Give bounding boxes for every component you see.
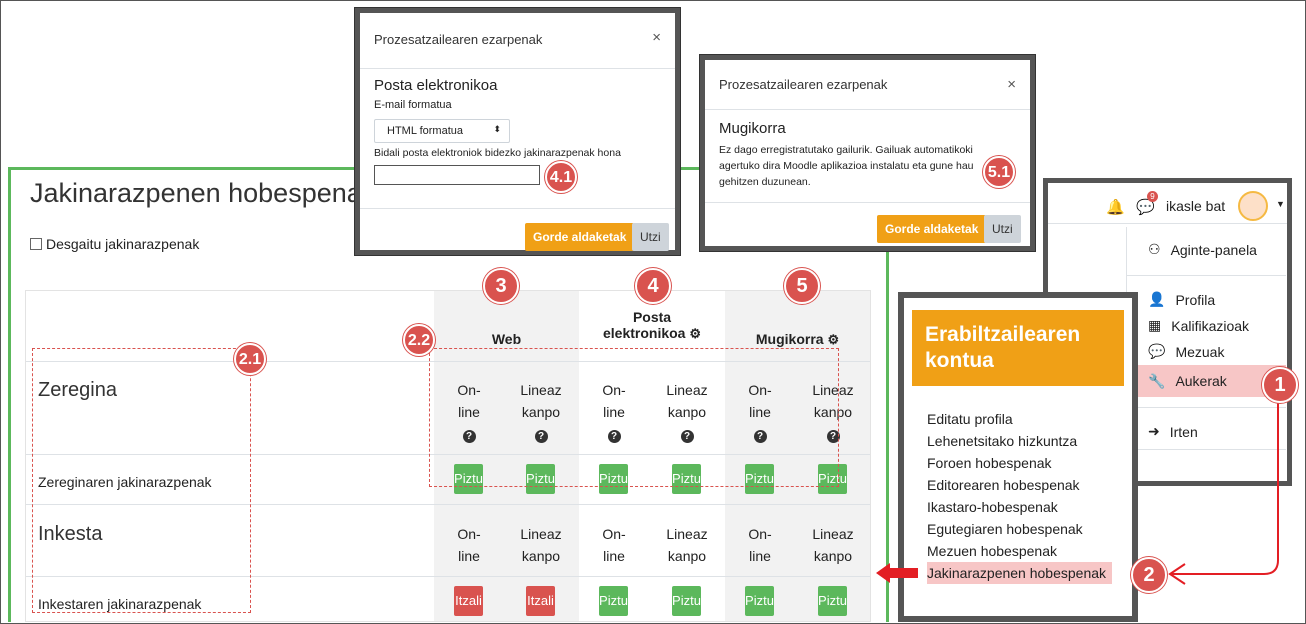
toggle-button[interactable]: Piztu [599,586,628,616]
badge-5: 5 [784,268,820,304]
table-icon: ▦ [1148,317,1162,333]
bell-icon[interactable]: 🔔 [1106,198,1125,216]
online-label: On-line [748,526,772,564]
account-link[interactable]: Editorearen hobespenak [927,474,1112,496]
badge-4: 4 [635,268,671,304]
modal-body: Ez dago erregistratutako gailurik. Gailu… [719,142,974,190]
annotation-box-2-1 [32,348,251,613]
menu-item-grades[interactable]: ▦ Kalifikazioak [1148,317,1249,334]
modal-header: Prozesatzailearen ezarpenak × [360,13,675,69]
save-button[interactable]: Gorde aldaketak [525,223,635,251]
badge-1: 1 [1262,367,1298,403]
modal-body-line: agertuko dira Moodle aplikazioa instalat… [719,160,974,172]
wrench-icon: 🔧 [1148,372,1166,389]
email-settings-modal: Prozesatzailearen ezarpenak × Posta elek… [355,8,680,255]
annotation-box-2-2 [429,348,839,487]
format-label: E-mail formatua [374,99,452,111]
close-icon[interactable]: × [652,29,661,46]
mobile-header: Mugikorra ⚙ [725,331,870,348]
cancel-button[interactable]: Utzi [984,215,1021,243]
badge-4-1: 4.1 [545,161,577,193]
web-header: Web [491,331,522,347]
disable-notifications-label: Desgaitu jakinarazpenak [46,236,200,252]
checkbox-box[interactable] [30,238,42,250]
format-select-value: HTML formatua [387,125,464,137]
modal-title: Posta elektronikoa [374,77,498,94]
badge-5-1: 5.1 [983,156,1015,188]
dropdown-menu [1126,227,1284,455]
email-header: Posta elektronikoa ⚙ [579,309,725,342]
toggle-button[interactable]: Itzali [526,586,555,616]
dashboard-icon: ⚇ [1148,241,1161,257]
email-header-line1: Posta [632,309,672,325]
account-header: Erabiltzailearen kontua [912,310,1124,386]
online-label: On-line [602,526,626,564]
badge-2-2: 2.2 [403,324,435,356]
badge-3: 3 [483,268,519,304]
user-account-panel: Erabiltzailearen kontua Editatu profila … [898,292,1138,622]
account-link[interactable]: Editatu profila [927,408,1112,430]
modal-header-title: Prozesatzailearen ezarpenak [719,77,888,92]
comment-icon: 💬 [1148,343,1166,359]
email-header-line2: elektronikoa ⚙ [602,325,702,341]
modal-body-line: gehitzen duzunean. [719,176,811,188]
menu-item-messages[interactable]: 💬 Mezuak [1148,343,1224,360]
offline-label: Lineaz kanpo [520,526,562,564]
menu-item-profile[interactable]: 👤 Profila [1148,291,1215,308]
mobile-settings-modal: Prozesatzailearen ezarpenak × Mugikorra … [700,55,1035,251]
user-icon: 👤 [1148,291,1166,307]
select-arrows-icon: ⬍ [493,124,501,134]
gear-icon[interactable]: ⚙ [827,332,839,347]
message-count-badge: 9 [1147,191,1158,202]
modal-body-line: Ez dago erregistratutako gailurik. Gailu… [719,144,973,156]
account-header-line1: Erabiltzailearen [925,323,1081,346]
badge-2: 2 [1131,557,1167,593]
account-link[interactable]: Ikastaro-hobespenak [927,496,1112,518]
account-link[interactable]: Lehenetsitako hizkuntza [927,430,1112,452]
menu-item-dashboard[interactable]: ⚇ Aginte-panela [1148,241,1257,258]
toggle-button[interactable]: Piztu [672,586,701,616]
chevron-down-icon[interactable]: ▼ [1276,199,1285,209]
gear-icon[interactable]: ⚙ [689,326,701,341]
avatar[interactable] [1238,191,1268,221]
modal-header: Prozesatzailearen ezarpenak × [705,60,1030,110]
toggle-button[interactable]: Piztu [818,586,847,616]
offline-label: Lineaz kanpo [812,526,854,564]
modal-title: Mugikorra [719,120,786,137]
toggle-button[interactable]: Piztu [745,586,774,616]
close-icon[interactable]: × [1007,76,1016,93]
account-link-notifications[interactable]: Jakinarazpenen hobespenak [927,562,1113,584]
disable-notifications-checkbox[interactable]: Desgaitu jakinarazpenak [30,236,199,252]
username[interactable]: ikasle bat [1166,198,1225,214]
email-input[interactable] [374,165,540,185]
account-link[interactable]: Egutegiaren hobespenak [927,518,1112,540]
toggle-button[interactable]: Itzali [454,586,483,616]
format-select[interactable]: HTML formatua ⬍ [374,119,510,143]
account-link[interactable]: Foroen hobespenak [927,452,1112,474]
cancel-button[interactable]: Utzi [632,223,669,251]
online-label: On-line [457,526,481,564]
account-links: Editatu profila Lehenetsitako hizkuntza … [927,408,1113,584]
save-button[interactable]: Gorde aldaketak [877,215,987,243]
sign-out-icon: ➜ [1148,423,1160,439]
mobile-header-label: Mugikorra [755,331,824,347]
send-to-label: Bidali posta elektroniok bidezko jakinar… [374,147,621,159]
account-header-line2: kontua [925,349,994,372]
modal-header-title: Prozesatzailearen ezarpenak [374,32,543,47]
menu-item-logout[interactable]: ➜ Irten [1148,423,1198,440]
account-link[interactable]: Mezuen hobespenak [927,540,1112,562]
page-title: Jakinarazpenen hobespenak [30,178,376,208]
offline-label: Lineaz kanpo [666,526,708,564]
badge-2-1: 2.1 [234,343,266,375]
